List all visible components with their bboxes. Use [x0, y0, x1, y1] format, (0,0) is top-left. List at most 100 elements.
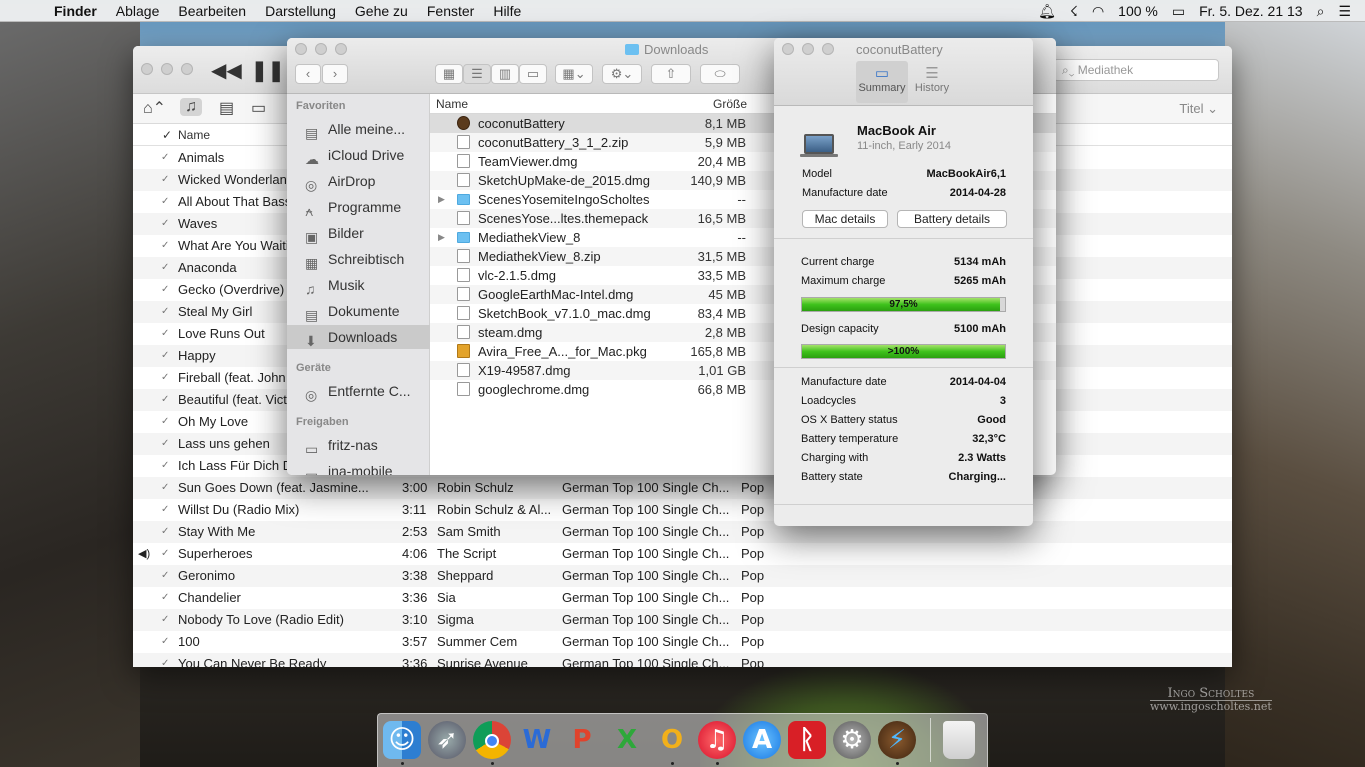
battery-icon[interactable]: ▭ — [1172, 3, 1185, 20]
row-checkbox[interactable]: ✓ — [161, 152, 169, 163]
sidebar-item-all-files[interactable]: ▤ Alle meine... — [287, 117, 430, 141]
row-checkbox[interactable]: ✓ — [161, 504, 169, 515]
sidebar-item-documents[interactable]: ▤ Dokumente — [287, 299, 430, 323]
table-row[interactable]: ◀) ✓ Superheroes 4:06 The Script German Top 1… — [133, 543, 1232, 565]
zoom-button[interactable] — [335, 43, 347, 55]
close-button[interactable] — [295, 43, 307, 55]
sidebar-item-remote-disc[interactable]: ◎ Entfernte C... — [287, 379, 430, 403]
table-row[interactable]: ✓ You Can Never Be Ready 3:36 Sunrise Avenu… — [133, 653, 1232, 667]
arrange-button[interactable]: ▦⌄ — [555, 64, 593, 84]
row-checkbox[interactable]: ✓ — [161, 284, 169, 295]
zoom-button[interactable] — [181, 63, 193, 75]
row-checkbox[interactable]: ✓ — [161, 306, 169, 317]
sidebar-item-downloads[interactable]: ⬇ Downloads — [287, 325, 430, 349]
row-checkbox[interactable]: ✓ — [161, 262, 169, 273]
size-column-header[interactable]: Größe — [713, 97, 747, 111]
rewind-icon[interactable]: ◀◀ — [211, 58, 242, 83]
dock-excel-icon[interactable]: X — [608, 721, 646, 759]
dock-system-preferences-icon[interactable]: ⚙ — [833, 721, 871, 759]
name-column-header[interactable]: Name — [178, 128, 210, 142]
row-checkbox[interactable]: ✓ — [161, 438, 169, 449]
menu-ablage[interactable]: Ablage — [116, 3, 160, 19]
tab-history[interactable]: ☰ History — [906, 61, 958, 103]
menu-app-name[interactable]: Finder — [54, 3, 97, 19]
notification-icon[interactable]: 🔔︎ — [1038, 3, 1056, 20]
column-view-button[interactable]: ▥ — [491, 64, 519, 84]
table-row[interactable]: ✓ Chandelier 3:36 Sia German Top 100 Single … — [133, 587, 1232, 609]
row-checkbox[interactable]: ✓ — [161, 592, 169, 603]
minimize-button[interactable] — [802, 43, 814, 55]
dock-word-icon[interactable]: W — [518, 721, 556, 759]
close-button[interactable] — [782, 43, 794, 55]
name-column-header[interactable]: Name — [436, 97, 468, 111]
dock-trash-icon[interactable] — [943, 721, 975, 759]
row-checkbox[interactable]: ✓ — [161, 482, 169, 493]
row-checkbox[interactable]: ✓ — [161, 416, 169, 427]
music-icon[interactable]: ♫ — [180, 98, 202, 116]
avira-menu-icon[interactable]: ☇ — [1070, 3, 1078, 20]
dock-chrome-icon[interactable] — [473, 721, 511, 759]
notification-center-icon[interactable]: ☰ — [1338, 3, 1351, 20]
menu-gehe-zu[interactable]: Gehe zu — [355, 3, 408, 19]
share-button[interactable]: ⇧ — [651, 64, 691, 84]
table-row[interactable]: ✓ Nobody To Love (Radio Edit) 3:10 Sigma Ger… — [133, 609, 1232, 631]
list-view-button[interactable]: ☰ — [463, 64, 491, 84]
dock-outlook-icon[interactable]: O — [653, 721, 691, 759]
movies-icon[interactable]: ▤ — [219, 98, 234, 118]
row-checkbox[interactable]: ✓ — [161, 614, 169, 625]
menu-fenster[interactable]: Fenster — [427, 3, 474, 19]
row-checkbox[interactable]: ✓ — [161, 174, 169, 185]
dock-itunes-icon[interactable]: ♫ — [698, 721, 736, 759]
sidebar-item-share[interactable]: ▭ fritz-nas — [287, 433, 430, 457]
clock[interactable]: Fr. 5. Dez. 21 13 — [1199, 3, 1303, 19]
row-checkbox[interactable]: ✓ — [161, 196, 169, 207]
table-row[interactable]: ✓ 100 3:57 Summer Cem German Top 100 Single … — [133, 631, 1232, 653]
itunes-search-input[interactable]: ⌕⌄ Mediathek — [1053, 59, 1219, 81]
row-checkbox[interactable]: ✓ — [161, 636, 169, 647]
sidebar-item-airdrop[interactable]: ◎ AirDrop — [287, 169, 430, 193]
dock-powerpoint-icon[interactable]: P — [563, 721, 601, 759]
back-button[interactable]: ‹ — [295, 64, 321, 84]
icon-view-button[interactable]: ▦ — [435, 64, 463, 84]
close-button[interactable] — [141, 63, 153, 75]
sidebar-item-pictures[interactable]: ▣ Bilder — [287, 221, 430, 245]
row-checkbox[interactable]: ✓ — [161, 240, 169, 251]
row-checkbox[interactable]: ✓ — [161, 460, 169, 471]
row-checkbox[interactable]: ✓ — [161, 394, 169, 405]
row-checkbox[interactable]: ✓ — [161, 526, 169, 537]
menu-bearbeiten[interactable]: Bearbeiten — [178, 3, 246, 19]
row-checkbox[interactable]: ✓ — [161, 570, 169, 581]
tab-summary[interactable]: ▭ Summary — [856, 61, 908, 103]
dock-appstore-icon[interactable]: A — [743, 721, 781, 759]
disclosure-triangle-icon[interactable]: ▶ — [438, 232, 445, 243]
mac-details-button[interactable]: Mac details — [802, 210, 888, 228]
sort-dropdown[interactable]: Titel ⌄ — [1179, 101, 1218, 117]
tags-button[interactable]: ⬭ — [700, 64, 740, 84]
row-checkbox[interactable]: ✓ — [161, 658, 169, 667]
menu-darstellung[interactable]: Darstellung — [265, 3, 336, 19]
pause-icon[interactable]: ❚❚ — [251, 58, 285, 83]
minimize-button[interactable] — [161, 63, 173, 75]
coverflow-view-button[interactable]: ▭ — [519, 64, 547, 84]
row-checkbox[interactable]: ✓ — [161, 328, 169, 339]
sidebar-item-desktop[interactable]: ▦ Schreibtisch — [287, 247, 430, 271]
action-gear-button[interactable]: ⚙⌄ — [602, 64, 642, 84]
table-row[interactable]: ✓ Willst Du (Radio Mix) 3:11 Robin Schulz &… — [133, 499, 1232, 521]
dock-coconutbattery-icon[interactable]: ⚡ — [878, 721, 916, 759]
sidebar-item-applications[interactable]: ⍲ Programme — [287, 195, 430, 219]
disclosure-triangle-icon[interactable]: ▶ — [438, 194, 445, 205]
tv-icon[interactable]: ▭ — [251, 98, 266, 118]
row-checkbox[interactable]: ✓ — [161, 372, 169, 383]
dock-finder-icon[interactable]: ☺ — [383, 721, 421, 759]
sidebar-item-icloud-drive[interactable]: ☁ iCloud Drive — [287, 143, 430, 167]
table-row[interactable]: ✓ Geronimo 3:38 Sheppard German Top 100 Sing… — [133, 565, 1232, 587]
home-icon[interactable]: ⌂⌃ — [143, 98, 166, 118]
dock-launchpad-icon[interactable]: ➶ — [428, 721, 466, 759]
sidebar-item-share[interactable]: ▭ ina-mobile — [287, 459, 430, 475]
table-row[interactable]: ✓ Stay With Me 2:53 Sam Smith German Top 100… — [133, 521, 1232, 543]
battery-details-button[interactable]: Battery details — [897, 210, 1007, 228]
wifi-icon[interactable]: ◠ — [1092, 3, 1104, 20]
forward-button[interactable]: › — [322, 64, 348, 84]
minimize-button[interactable] — [315, 43, 327, 55]
dock-avira-icon[interactable]: ᚱ — [788, 721, 826, 759]
